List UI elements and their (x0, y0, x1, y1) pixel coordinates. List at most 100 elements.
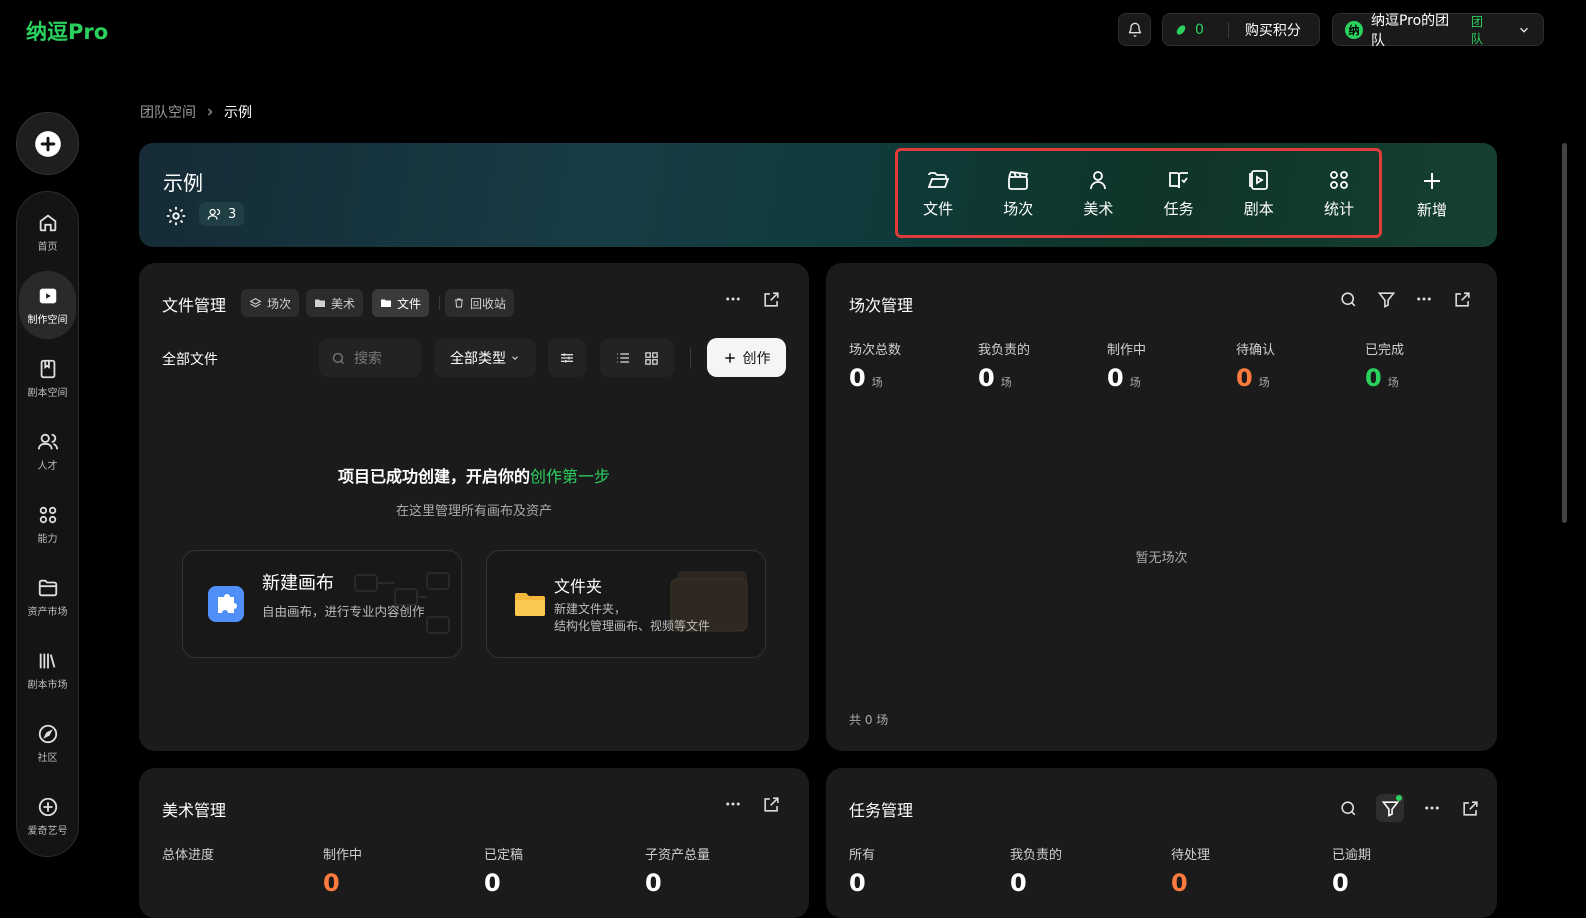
stat-value: 0 (849, 869, 866, 897)
stat-unit: 场 (1387, 376, 1399, 389)
notification-button[interactable] (1118, 13, 1151, 46)
module-art-button[interactable]: 美术 (1058, 151, 1138, 235)
breadcrumb: 团队空间 示例 (140, 102, 252, 122)
stat-value: 0 (849, 364, 866, 392)
stat-completed[interactable]: 已完成 0场 (1365, 339, 1404, 392)
filter-button[interactable] (1376, 289, 1396, 309)
more-button[interactable] (1414, 289, 1434, 309)
search-button[interactable] (1338, 289, 1358, 309)
panel-header-actions (723, 794, 781, 814)
sidebar-item-script-space[interactable]: 剧本空间 (19, 344, 76, 412)
more-button[interactable] (1422, 798, 1442, 818)
module-scenes-button[interactable]: 场次 (978, 151, 1058, 235)
stat-overdue[interactable]: 已逾期 0 (1332, 844, 1371, 897)
new-canvas-card[interactable]: 新建画布 自由画布，进行专业内容创作 (182, 550, 462, 658)
file-search-input[interactable]: 搜索 (319, 339, 421, 377)
type-select-value: 全部类型 (450, 351, 506, 367)
more-icon (726, 297, 740, 301)
stat-value: 0 (1236, 364, 1253, 392)
open-external-button[interactable] (761, 289, 781, 309)
team-switcher[interactable]: 纳 纳逗Pro的团队 团队 (1332, 13, 1544, 49)
home-icon (39, 214, 56, 231)
sidebar-item-production[interactable]: 制作空间 (19, 271, 76, 339)
project-module-bar: 文件 场次 美术 任务 剧本 统计 (895, 148, 1382, 238)
book-check-icon (1168, 171, 1188, 188)
stat-total-scenes[interactable]: 场次总数 0场 (849, 339, 901, 392)
chip-label: 文件 (397, 296, 422, 311)
buy-points-link[interactable]: 购买积分 (1245, 20, 1301, 40)
stat-to-process[interactable]: 待处理 0 (1171, 844, 1210, 897)
members-button[interactable]: 3 (199, 202, 245, 226)
stat-label: 我负责的 (1010, 848, 1063, 863)
stat-value: 0 (323, 869, 340, 897)
stat-my-scenes[interactable]: 我负责的 0场 (978, 339, 1030, 392)
filter-chip-art[interactable]: 美术 (306, 289, 364, 317)
module-tasks-button[interactable]: 任务 (1139, 151, 1219, 235)
create-button[interactable]: 创作 (707, 338, 786, 377)
filter-chip-files[interactable]: 文件 (372, 289, 430, 317)
sidebar-item-asset-market[interactable]: 资产市场 (19, 563, 76, 631)
stat-unit: 场 (871, 376, 883, 389)
sidebar-item-talent[interactable]: 人才 (19, 417, 76, 485)
stat-finalized[interactable]: 已定稿 0 (484, 844, 523, 897)
member-count: 3 (228, 206, 237, 222)
apps-icon (39, 506, 56, 523)
open-external-button[interactable] (761, 794, 781, 814)
filter-settings-button[interactable] (548, 339, 586, 377)
filter-button[interactable] (1376, 794, 1404, 822)
module-label: 统计 (1323, 199, 1354, 218)
add-module-button[interactable]: 新增 (1395, 153, 1469, 235)
toolbar-divider (690, 347, 691, 369)
stat-all-tasks[interactable]: 所有 0 (849, 844, 875, 897)
stat-pending-confirm[interactable]: 待确认 0场 (1236, 339, 1275, 392)
gear-icon (166, 206, 186, 226)
open-external-button[interactable] (1460, 798, 1480, 818)
sidebar-item-script-market[interactable]: 剧本市场 (19, 636, 76, 704)
stat-label: 子资产总量 (645, 848, 711, 863)
breadcrumb-root[interactable]: 团队空间 (140, 102, 196, 122)
sidebar-item-community[interactable]: 社区 (19, 709, 76, 777)
search-placeholder: 搜索 (354, 351, 382, 367)
type-select[interactable]: 全部类型 (434, 339, 536, 377)
grid-view-icon[interactable] (644, 351, 659, 366)
layers-icon (249, 297, 262, 307)
more-icon (726, 802, 740, 806)
stat-in-production[interactable]: 制作中 0场 (1107, 339, 1146, 392)
stat-value: 0 (1010, 869, 1027, 897)
list-view-icon[interactable] (615, 350, 631, 366)
open-external-button[interactable] (1452, 289, 1472, 309)
stat-art-in-production[interactable]: 制作中 0 (323, 844, 362, 897)
module-script-button[interactable]: 剧本 (1219, 151, 1299, 235)
create-new-button[interactable] (16, 112, 79, 175)
sidebar-item-label: 剧本空间 (27, 387, 68, 399)
search-button[interactable] (1338, 798, 1358, 818)
sidebar-item-iqiyi[interactable]: 爱奇艺号 (19, 782, 76, 850)
stat-sub-assets[interactable]: 子资产总量 0 (645, 844, 710, 897)
module-label: 剧本 (1243, 199, 1274, 218)
new-folder-card[interactable]: 文件夹 新建文件夹， 结构化管理画布、视频等文件 (486, 550, 766, 658)
stat-overall-progress[interactable]: 总体进度 (162, 844, 214, 863)
stat-label: 总体进度 (162, 848, 215, 863)
chip-divider (439, 296, 440, 310)
card-description-line1: 新建文件夹， (554, 602, 627, 616)
points-divider (1227, 21, 1229, 38)
bell-icon (1128, 22, 1141, 37)
add-module-label: 新增 (1416, 200, 1447, 219)
filter-icon (1377, 291, 1395, 308)
more-button[interactable] (723, 289, 743, 309)
stat-my-tasks[interactable]: 我负责的 0 (1010, 844, 1062, 897)
page-scrollbar[interactable] (1562, 143, 1567, 523)
points-widget[interactable]: 0 购买积分 (1162, 13, 1320, 46)
project-settings-button[interactable] (165, 205, 187, 231)
card-title: 新建画布 (262, 573, 334, 594)
module-files-button[interactable]: 文件 (898, 151, 978, 235)
sidebar-item-home[interactable]: 首页 (19, 198, 76, 266)
sidebar-item-abilities[interactable]: 能力 (19, 490, 76, 558)
grid-icon (1330, 170, 1348, 189)
filter-chip-trash[interactable]: 回收站 (445, 289, 515, 317)
filter-chip-scenes[interactable]: 场次 (241, 289, 300, 317)
module-label: 场次 (1003, 199, 1034, 218)
brand-logo[interactable]: 纳逗Pro (26, 16, 108, 46)
module-stats-button[interactable]: 统计 (1299, 151, 1379, 235)
more-button[interactable] (723, 794, 743, 814)
